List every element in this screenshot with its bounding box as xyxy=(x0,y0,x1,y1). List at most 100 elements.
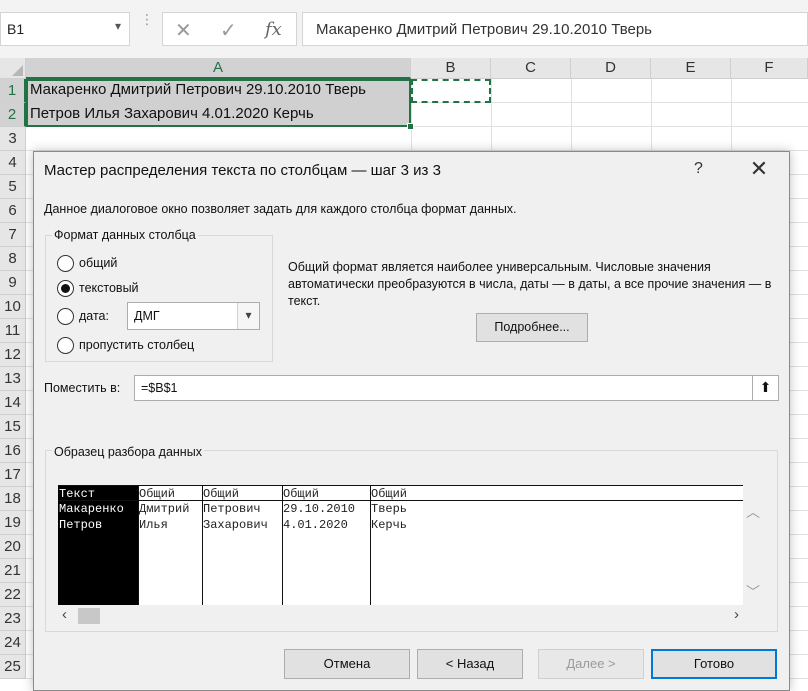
radio-button[interactable] xyxy=(57,308,74,325)
preview-cell: Дмитрий xyxy=(139,502,190,516)
preview-column-5[interactable]: Общий Тверь Керчь xyxy=(370,486,743,605)
date-format-select[interactable]: ДМГ ▾ xyxy=(127,302,260,330)
checkmark-icon[interactable]: ✓ xyxy=(220,18,237,43)
data-preview-label: Образец разбора данных xyxy=(52,445,204,459)
destination-label: Поместить в: xyxy=(44,381,121,395)
corner-triangle-icon xyxy=(12,65,23,76)
preview-column-header: Общий xyxy=(282,486,370,501)
cancel-button[interactable]: Отмена xyxy=(284,649,410,679)
row-header-25[interactable]: 25 xyxy=(0,655,26,679)
row-header-23[interactable]: 23 xyxy=(0,607,26,631)
row-header-13[interactable]: 13 xyxy=(0,367,26,391)
preview-cell: Тверь xyxy=(371,502,408,516)
radio-selected-dot xyxy=(61,284,70,293)
row-header-22[interactable]: 22 xyxy=(0,583,26,607)
column-header-a[interactable]: A xyxy=(26,58,411,79)
cell-a1[interactable]: Макаренко Дмитрий Петрович 29.10.2010 Тв… xyxy=(30,81,366,98)
name-box-value: B1 xyxy=(7,21,25,37)
row-header-18[interactable]: 18 xyxy=(0,487,26,511)
preview-column-1[interactable]: Текст Макаренко Петров xyxy=(58,486,138,605)
radio-label[interactable]: дата: xyxy=(79,309,109,323)
chevron-down-icon[interactable]: ▾ xyxy=(115,19,121,33)
formula-text: Макаренко Дмитрий Петрович 29.10.2010 Тв… xyxy=(316,21,652,38)
radio-button[interactable] xyxy=(57,255,74,272)
formula-input[interactable]: Макаренко Дмитрий Петрович 29.10.2010 Тв… xyxy=(302,12,808,46)
row-header-20[interactable]: 20 xyxy=(0,535,26,559)
row-header-9[interactable]: 9 xyxy=(0,271,26,295)
help-icon[interactable]: ? xyxy=(694,160,703,178)
preview-column-2[interactable]: Общий Дмитрий Илья xyxy=(138,486,202,605)
format-info-text: Общий формат является наиболее универсал… xyxy=(288,260,772,308)
scrollbar-thumb[interactable] xyxy=(78,608,100,624)
column-header-d[interactable]: D xyxy=(571,58,651,79)
row-header-15[interactable]: 15 xyxy=(0,415,26,439)
row-header-3[interactable]: 3 xyxy=(0,127,26,151)
preview-cell: Керчь xyxy=(371,518,408,532)
radio-label[interactable]: текстовый xyxy=(79,281,139,295)
destination-input[interactable]: =$B$1 ⬆ xyxy=(134,375,779,401)
dialog-title: Мастер распределения текста по столбцам … xyxy=(44,162,441,179)
row-header-19[interactable]: 19 xyxy=(0,511,26,535)
row-header-6[interactable]: 6 xyxy=(0,199,26,223)
data-preview-area[interactable]: Текст Макаренко Петров Общий Дмитрий Иль… xyxy=(58,485,743,605)
row-header-10[interactable]: 10 xyxy=(0,295,26,319)
grip-dots-icon[interactable]: ⋮ xyxy=(140,12,154,26)
collapse-dialog-icon[interactable]: ⬆ xyxy=(752,376,778,400)
formula-buttons: ✕ ✓ fx xyxy=(162,12,297,46)
details-button[interactable]: Подробнее... xyxy=(476,313,588,342)
radio-button[interactable] xyxy=(57,337,74,354)
row-header-12[interactable]: 12 xyxy=(0,343,26,367)
row-header-16[interactable]: 16 xyxy=(0,439,26,463)
cancel-icon[interactable]: ✕ xyxy=(175,18,192,43)
scroll-right-icon[interactable]: › xyxy=(734,606,739,623)
row-header-1[interactable]: 1 xyxy=(0,79,26,103)
finish-button[interactable]: Готово xyxy=(651,649,777,679)
preview-column-header: Текст xyxy=(58,486,138,501)
column-header-b[interactable]: B xyxy=(411,58,491,79)
row-header-8[interactable]: 8 xyxy=(0,247,26,271)
preview-column-3[interactable]: Общий Петрович Захарович xyxy=(202,486,282,605)
select-all-corner[interactable] xyxy=(0,58,26,79)
preview-column-header: Общий xyxy=(202,486,282,501)
preview-column-4[interactable]: Общий 29.10.2010 4.01.2020 xyxy=(282,486,370,605)
column-header-c[interactable]: C xyxy=(491,58,571,79)
row-header-5[interactable]: 5 xyxy=(0,175,26,199)
preview-column-header: Общий xyxy=(370,486,743,501)
formula-bar: B1 ▾ ⋮ ✕ ✓ fx Макаренко Дмитрий Петрович… xyxy=(0,0,808,58)
insert-function-icon[interactable]: fx xyxy=(265,19,282,40)
next-button[interactable]: Далее > xyxy=(538,649,644,679)
row-header-4[interactable]: 4 xyxy=(0,151,26,175)
row-header-24[interactable]: 24 xyxy=(0,631,26,655)
radio-label[interactable]: общий xyxy=(79,256,117,270)
back-button[interactable]: < Назад xyxy=(417,649,523,679)
preview-cell: Петрович xyxy=(203,502,261,516)
scroll-down-icon[interactable]: ﹀ xyxy=(746,582,760,602)
text-to-columns-wizard-dialog: Мастер распределения текста по столбцам … xyxy=(33,151,790,691)
scroll-up-icon[interactable]: ︿ xyxy=(746,502,760,522)
name-box[interactable]: B1 ▾ xyxy=(0,12,130,46)
date-format-value: ДМГ xyxy=(134,309,160,323)
preview-horizontal-scrollbar[interactable]: ‹ › xyxy=(58,605,743,625)
copy-marquee xyxy=(411,79,491,103)
row-header-21[interactable]: 21 xyxy=(0,559,26,583)
radio-label[interactable]: пропустить столбец xyxy=(79,338,194,352)
row-header-17[interactable]: 17 xyxy=(0,463,26,487)
radio-button[interactable] xyxy=(57,280,74,297)
fill-handle[interactable] xyxy=(407,123,414,130)
preview-cell: Петров xyxy=(59,518,103,532)
column-header-f[interactable]: F xyxy=(731,58,808,79)
cell-a2[interactable]: Петров Илья Захарович 4.01.2020 Керчь xyxy=(30,105,314,122)
row-header-7[interactable]: 7 xyxy=(0,223,26,247)
preview-cell: Илья xyxy=(139,518,168,532)
row-header-14[interactable]: 14 xyxy=(0,391,26,415)
column-header-e[interactable]: E xyxy=(651,58,731,79)
chevron-down-icon[interactable]: ▾ xyxy=(237,303,259,329)
row-header-2[interactable]: 2 xyxy=(0,103,26,127)
scroll-left-icon[interactable]: ‹ xyxy=(62,606,67,623)
column-format-group-label: Формат данных столбца xyxy=(52,228,198,242)
preview-cell: Макаренко xyxy=(59,502,124,516)
row-header-11[interactable]: 11 xyxy=(0,319,26,343)
close-icon[interactable]: ✕ xyxy=(748,158,770,180)
preview-cell: Захарович xyxy=(203,518,268,532)
preview-column-header: Общий xyxy=(138,486,202,501)
